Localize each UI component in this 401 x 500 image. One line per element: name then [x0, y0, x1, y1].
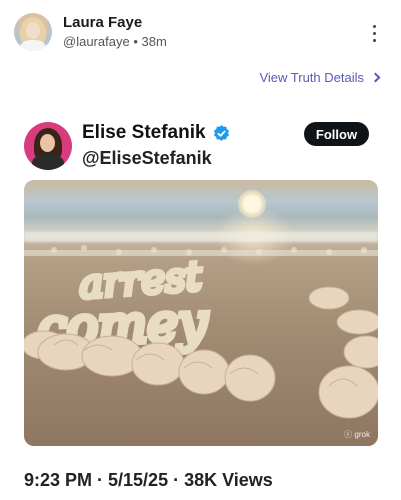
post-header: Laura Faye @laurafaye • 38m — [0, 0, 401, 64]
kebab-dot — [373, 32, 376, 35]
author-handle[interactable]: @laurafaye — [63, 34, 130, 49]
quoted-author-avatar[interactable] — [24, 122, 72, 170]
avatar-face — [40, 134, 55, 152]
quoted-post-image[interactable]: arrest comey ⓒ grok — [24, 180, 378, 446]
avatar-jacket — [32, 154, 64, 170]
author-meta: @laurafaye • 38m — [63, 34, 167, 49]
kebab-dot — [373, 39, 376, 42]
quoted-author-handle[interactable]: @EliseStefanik — [82, 148, 212, 169]
quoted-author-name[interactable]: Elise Stefanik — [82, 122, 231, 144]
post-age: 38m — [141, 34, 167, 49]
verified-badge-icon — [213, 124, 229, 141]
sand-scene: arrest comey — [24, 245, 378, 419]
avatar-face — [26, 22, 40, 39]
quoted-author-name-label: Elise Stefanik — [82, 122, 206, 143]
avatar-shirt — [20, 40, 46, 51]
author-name[interactable]: Laura Faye — [63, 14, 142, 31]
details-link-label: View Truth Details — [259, 70, 364, 85]
view-count[interactable]: 38K Views — [184, 470, 273, 490]
image-watermark: ⓒ grok — [344, 430, 370, 439]
more-options-icon[interactable] — [366, 22, 382, 44]
timestamp-date: 9:23 PM · 5/15/25 · — [24, 470, 185, 490]
author-avatar[interactable] — [14, 13, 52, 51]
quoted-post-card[interactable]: Elise Stefanik @EliseStefanik Follow arr… — [24, 116, 381, 448]
chevron-right-icon — [370, 72, 381, 83]
post-timestamp: 9:23 PM · 5/15/25 · 38K Views — [24, 470, 273, 491]
view-truth-details-link[interactable]: View Truth Details — [259, 70, 381, 85]
follow-button[interactable]: Follow — [304, 122, 369, 146]
kebab-dot — [373, 25, 376, 28]
meta-separator: • — [133, 34, 138, 49]
